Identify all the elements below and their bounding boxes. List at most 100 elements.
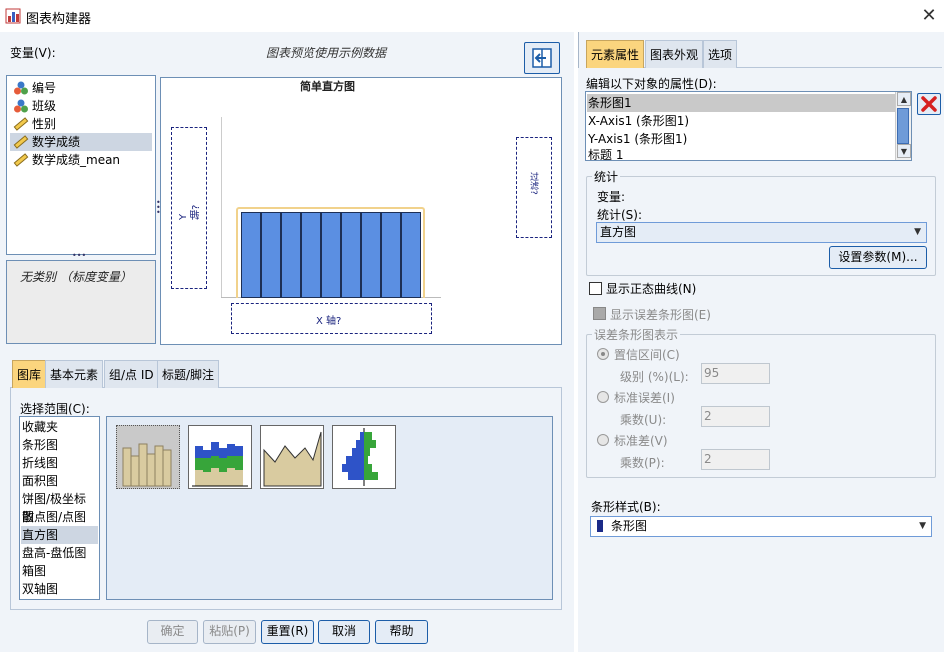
- ok-button[interactable]: 确定: [147, 620, 198, 644]
- x-axis-dropzone-label: X 轴?: [316, 316, 342, 327]
- bar-style-dropdown[interactable]: 条形图 ▼: [590, 516, 932, 537]
- preview-icon: [532, 48, 552, 68]
- histogram-bar: [341, 212, 361, 298]
- population-pyramid-icon: [342, 428, 378, 486]
- chart-type-item[interactable]: 盘高-盘低图: [21, 544, 98, 562]
- preview-note: 图表预览使用示例数据: [266, 46, 387, 60]
- bar-style-value: 条形图: [611, 519, 648, 533]
- error-bars-checkbox[interactable]: [593, 307, 606, 320]
- object-list-item[interactable]: X-Axis1 (条形图1): [587, 112, 895, 130]
- error-bars-legend: 误差条形图表示: [592, 326, 681, 343]
- se-multiplier-label: 乘数(U):: [620, 413, 667, 427]
- tab-group-point-id[interactable]: 组/点 ID: [104, 360, 159, 388]
- stacked-histogram-icon: [192, 442, 248, 487]
- population-pyramid-thumb[interactable]: [332, 425, 396, 489]
- chevron-down-icon: ▼: [919, 521, 926, 531]
- scale-icon: [13, 117, 29, 131]
- close-icon[interactable]: ✕: [918, 5, 940, 27]
- splitter-handle[interactable]: •••: [72, 252, 88, 260]
- variable-item[interactable]: 数学成绩: [10, 133, 152, 151]
- chart-builder-app-icon: [5, 8, 21, 24]
- variables-label: 变量(V):: [10, 46, 56, 60]
- tab-element-properties[interactable]: 元素属性: [586, 40, 645, 68]
- chart-type-item[interactable]: 直方图: [21, 526, 98, 544]
- chart-type-item[interactable]: 双轴图: [21, 580, 98, 598]
- set-parameters-button[interactable]: 设置参数(M)...: [829, 246, 927, 269]
- chevron-down-icon: ▼: [914, 227, 921, 237]
- chart-type-item[interactable]: 折线图: [21, 454, 98, 472]
- tab-gallery[interactable]: 图库: [12, 360, 47, 388]
- chart-type-item[interactable]: 条形图: [21, 436, 98, 454]
- chart-type-item[interactable]: 箱图: [21, 562, 98, 580]
- confidence-interval-radio[interactable]: [597, 348, 609, 360]
- standard-deviation-label: 标准差(V): [614, 434, 668, 448]
- chart-type-item[interactable]: 面积图: [21, 472, 98, 490]
- variable-label: 班级: [32, 99, 57, 113]
- sd-multiplier-input[interactable]: 2: [701, 449, 770, 470]
- scroll-up-icon[interactable]: ▲: [897, 92, 911, 106]
- error-bars-label: 显示误差条形图(E): [610, 308, 711, 322]
- chart-type-item[interactable]: 散点图/点图: [21, 508, 98, 526]
- simple-histogram-thumb[interactable]: [116, 425, 180, 489]
- filter-dropzone-label: 过滤?: [528, 172, 538, 195]
- variable-item[interactable]: 性别: [10, 115, 152, 133]
- tab-basic-elements[interactable]: 基本元素: [45, 360, 104, 388]
- level-label: 级别 (%)(L):: [620, 370, 689, 384]
- frequency-polygon-icon: [263, 431, 322, 487]
- histogram-bar: [281, 212, 301, 298]
- preview-y-axis: [221, 117, 222, 297]
- sd-multiplier-label: 乘数(P):: [620, 456, 665, 470]
- chart-type-item[interactable]: 收藏夹: [21, 418, 98, 436]
- histogram-bar: [381, 212, 401, 298]
- variable-label: 性别: [32, 117, 57, 131]
- object-list-item[interactable]: Y-Axis1 (条形图1): [587, 130, 895, 148]
- scale-icon: [13, 135, 29, 149]
- scope-label: 选择范围(C):: [20, 402, 90, 416]
- bar-style-label: 条形样式(B):: [591, 500, 661, 514]
- variable-item[interactable]: 编号: [10, 79, 152, 97]
- statistics-label: 统计(S):: [597, 208, 643, 222]
- tab-titles-footnotes[interactable]: 标题/脚注: [157, 360, 220, 388]
- level-input[interactable]: 95: [701, 363, 770, 384]
- variable-label: 数学成绩_mean: [32, 153, 121, 167]
- standard-deviation-radio[interactable]: [597, 434, 609, 446]
- stacked-histogram-thumb[interactable]: [188, 425, 252, 489]
- edit-properties-label: 编辑以下对象的属性(D):: [586, 77, 717, 91]
- standard-error-label: 标准误差(I): [614, 391, 675, 405]
- object-list-item[interactable]: 标题 1: [587, 148, 895, 160]
- tab-chart-appearance[interactable]: 图表外观: [645, 40, 704, 68]
- variable-item[interactable]: 数学成绩_mean: [10, 151, 152, 169]
- histogram-bar: [361, 212, 381, 298]
- window-title: 图表构建器: [26, 12, 92, 27]
- paste-button[interactable]: 粘贴(P): [203, 620, 256, 644]
- frequency-polygon-thumb[interactable]: [260, 425, 324, 489]
- variable-item[interactable]: 班级: [10, 97, 152, 115]
- histogram-bar: [301, 212, 321, 298]
- chart-title: 简单直方图: [300, 80, 355, 93]
- delete-element-button[interactable]: [917, 93, 941, 115]
- variable-label: 数学成绩: [32, 135, 81, 149]
- statistic-dropdown-value: 直方图: [600, 225, 637, 239]
- simple-histogram-icon: [122, 443, 172, 487]
- normal-curve-label: 显示正态曲线(N): [606, 282, 697, 296]
- tab-options[interactable]: 选项: [703, 40, 738, 68]
- histogram-bar: [241, 212, 261, 298]
- histogram-bar: [321, 212, 341, 298]
- object-list-item[interactable]: 条形图1: [587, 94, 895, 112]
- normal-curve-checkbox[interactable]: [589, 282, 602, 295]
- standard-error-radio[interactable]: [597, 391, 609, 403]
- bar-style-swatch-icon: [597, 520, 603, 532]
- cancel-button[interactable]: 取消: [318, 620, 370, 644]
- scroll-thumb[interactable]: [897, 108, 909, 144]
- statistic-dropdown[interactable]: 直方图 ▼: [596, 222, 927, 243]
- reset-button[interactable]: 重置(R): [261, 620, 314, 644]
- histogram-bar: [401, 212, 421, 298]
- preview-toggle-button[interactable]: [524, 42, 560, 74]
- chart-type-item[interactable]: 饼图/极坐标图: [21, 490, 98, 524]
- statistics-legend: 统计: [592, 168, 621, 185]
- title-bar: [0, 0, 944, 32]
- help-button[interactable]: 帮助: [375, 620, 428, 644]
- scroll-down-icon[interactable]: ▼: [897, 144, 911, 158]
- se-multiplier-input[interactable]: 2: [701, 406, 770, 427]
- nominal-icon: [14, 99, 28, 113]
